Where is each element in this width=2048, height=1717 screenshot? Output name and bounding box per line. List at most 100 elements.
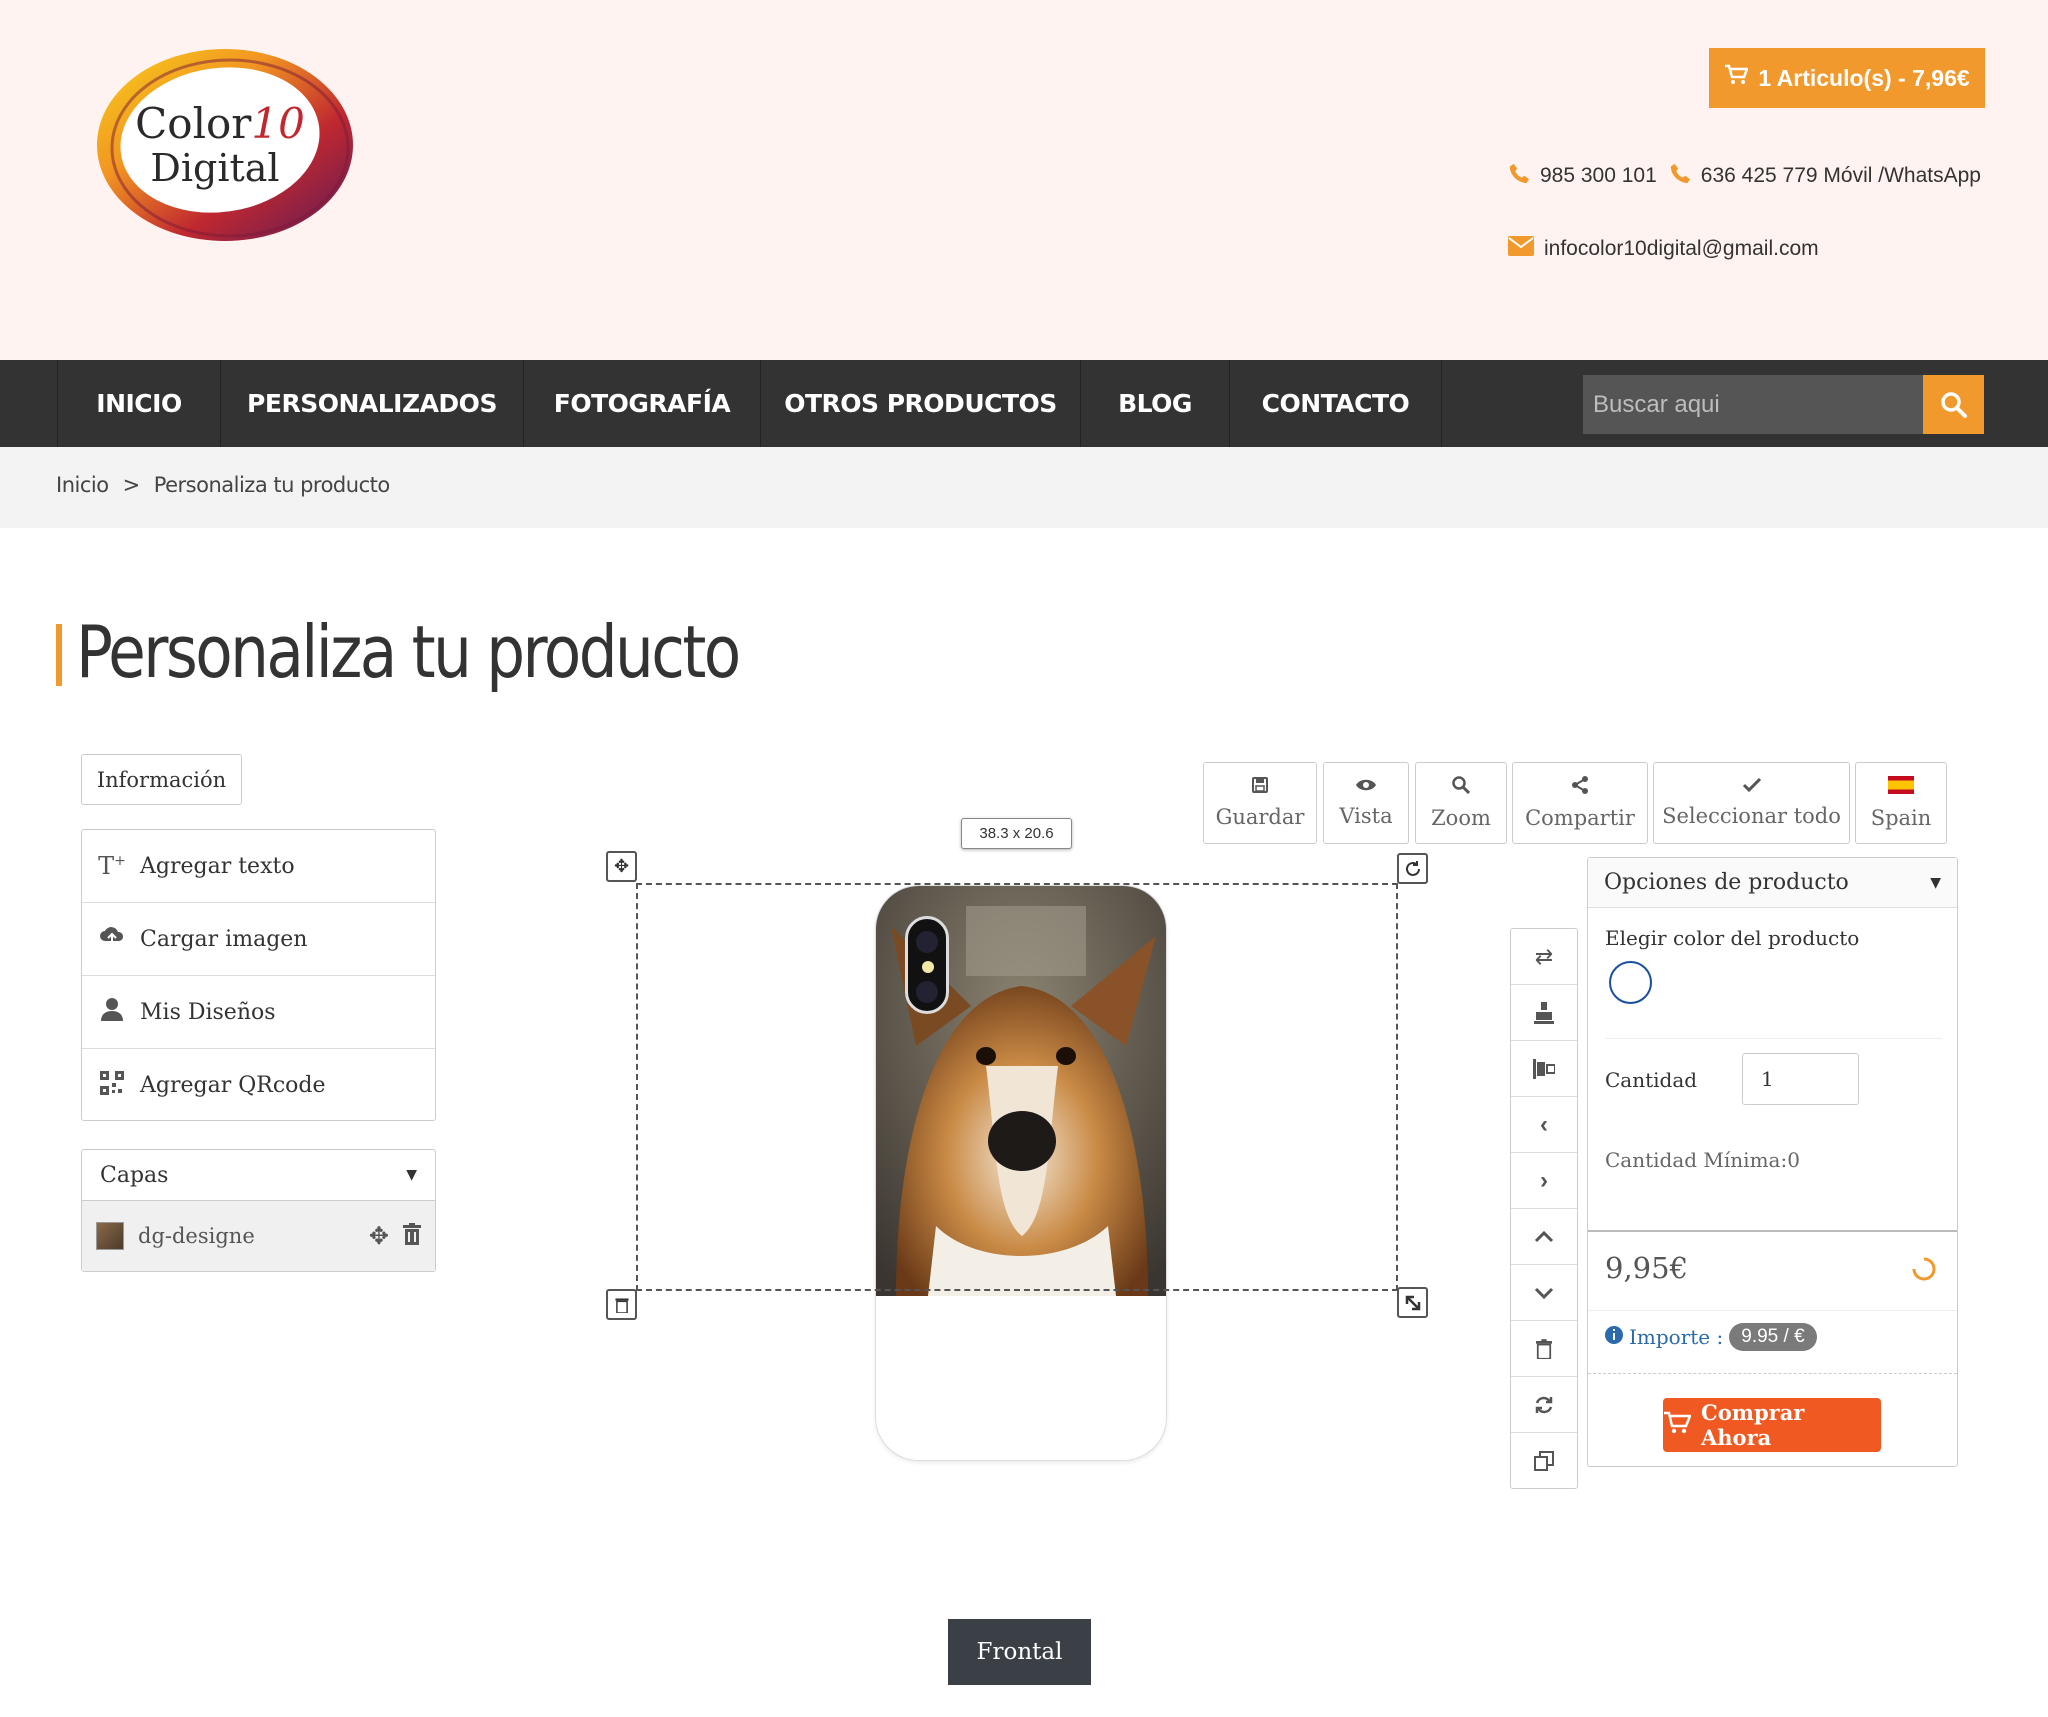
delete-handle[interactable] (606, 1289, 637, 1320)
title-accent-bar (56, 624, 62, 686)
add-text-button[interactable]: T+ Agregar texto (82, 830, 435, 903)
front-view-button[interactable]: Frontal (948, 1619, 1091, 1685)
move-left-button[interactable]: ‹ (1511, 1097, 1577, 1153)
resize-handle[interactable] (1397, 1287, 1428, 1318)
trash-icon[interactable] (403, 1222, 421, 1250)
email-address[interactable]: infocolor10digital@gmail.com (1544, 237, 1819, 261)
quantity-input[interactable]: 1 (1742, 1053, 1859, 1105)
rotate-icon (1405, 860, 1420, 876)
cart-icon (1724, 64, 1750, 92)
cart-button[interactable]: 1 Articulo(s) - 7,96€ (1709, 48, 1985, 108)
chevron-left-icon: ‹ (1540, 1110, 1548, 1138)
min-quantity: Cantidad Mínima:0 (1605, 1148, 1800, 1172)
breadcrumb-home[interactable]: Inicio (56, 473, 109, 497)
swap-arrows-icon: ⇄ (1534, 943, 1554, 969)
chevron-down-icon (1534, 1287, 1554, 1299)
layers-header[interactable]: Capas ▼ (82, 1150, 435, 1201)
envelope-icon (1508, 236, 1534, 262)
delete-button[interactable] (1511, 1321, 1577, 1377)
buy-now-button[interactable]: Comprar Ahora (1663, 1398, 1881, 1452)
add-text-label: Agregar texto (140, 853, 295, 879)
save-button[interactable]: Guardar (1203, 762, 1317, 844)
logo[interactable]: Color10 Digital (90, 40, 360, 250)
nav-item-fotografia[interactable]: FOTOGRAFÍA (523, 360, 760, 447)
layer-name: dg-designe (138, 1224, 255, 1248)
add-qrcode-button[interactable]: Agregar QRcode (82, 1049, 435, 1122)
divider (1605, 1038, 1942, 1039)
layers-title: Capas (100, 1162, 169, 1188)
select-all-button[interactable]: Seleccionar todo (1653, 762, 1850, 844)
move-down-button[interactable] (1511, 1265, 1577, 1321)
eye-icon (1355, 778, 1377, 796)
center-vertical-button[interactable] (1511, 1041, 1577, 1097)
nav-item-blog[interactable]: BLOG (1080, 360, 1229, 447)
search-input[interactable]: Buscar aqui (1583, 375, 1923, 434)
select-all-label: Seleccionar todo (1662, 804, 1841, 828)
logo-text: Color10 Digital (90, 40, 360, 250)
share-icon (1571, 776, 1589, 798)
layer-item[interactable]: dg-designe ✥ (82, 1201, 435, 1271)
layer-thumbnail (96, 1222, 124, 1250)
phone-number-1[interactable]: 985 300 101 (1540, 164, 1657, 188)
email-contact: infocolor10digital@gmail.com (1508, 233, 1819, 265)
phone-icon (1508, 162, 1530, 190)
importe-label: Importe : (1629, 1325, 1724, 1349)
phone-number-2[interactable]: 636 425 779 Móvil /WhatsApp (1701, 164, 1981, 188)
resize-arrow-icon (1405, 1295, 1420, 1310)
move-up-button[interactable] (1511, 1209, 1577, 1265)
move-right-button[interactable]: › (1511, 1153, 1577, 1209)
preview-button[interactable]: Vista (1323, 762, 1409, 844)
nav-item-inicio[interactable]: INICIO (57, 360, 220, 447)
align-middle-icon (1533, 1058, 1555, 1079)
my-designs-label: Mis Diseños (140, 999, 276, 1025)
phone-contacts: 985 300 101 636 425 779 Móvil /WhatsApp (1508, 160, 1981, 192)
nav-item-personalizados[interactable]: PERSONALIZADOS (220, 360, 523, 447)
importe-badge: 9.95 / € (1729, 1323, 1817, 1351)
breadcrumb-current: Personaliza tu producto (153, 473, 391, 497)
move-handle[interactable]: ✥ (606, 851, 637, 882)
phone-icon (1669, 162, 1691, 190)
importe-row: Importe : 9.95 / € (1605, 1315, 1817, 1359)
nav-item-contacto[interactable]: CONTACTO (1229, 360, 1442, 447)
language-label: Spain (1870, 806, 1932, 830)
center-horizontal-button[interactable] (1511, 985, 1577, 1041)
divider (1588, 1373, 1957, 1374)
zoom-button[interactable]: Zoom (1415, 762, 1507, 844)
checkmark-icon (1742, 777, 1761, 796)
trash-icon (614, 1297, 629, 1313)
my-designs-button[interactable]: Mis Diseños (82, 976, 435, 1049)
product-options-panel: Opciones de producto ▼ Elegir color del … (1587, 857, 1958, 1467)
align-center-icon (1534, 1001, 1554, 1024)
arrange-tools: ⇄ ‹ › (1510, 928, 1578, 1489)
language-button[interactable]: Spain (1855, 762, 1947, 844)
nav-item-otros-productos[interactable]: OTROS PRODUCTOS (760, 360, 1080, 447)
product-options-header[interactable]: Opciones de producto ▼ (1588, 858, 1957, 908)
info-button[interactable]: Información (81, 754, 242, 805)
rotate-handle[interactable] (1397, 853, 1428, 884)
chevron-right-icon: › (1540, 1166, 1548, 1194)
cart-summary: 1 Articulo(s) - 7,96€ (1758, 64, 1970, 91)
duplicate-button[interactable] (1511, 1433, 1577, 1489)
divider (1588, 1230, 1957, 1232)
search-icon (1940, 391, 1967, 418)
save-label: Guardar (1215, 805, 1305, 829)
divider (1588, 1310, 1957, 1311)
swap-button[interactable]: ⇄ (1511, 929, 1577, 985)
magnifier-icon (1452, 776, 1471, 798)
upload-image-button[interactable]: Cargar imagen (82, 903, 435, 976)
search-button[interactable] (1923, 375, 1984, 434)
preview-label: Vista (1339, 804, 1393, 828)
share-button[interactable]: Compartir (1512, 762, 1648, 844)
color-swatch[interactable] (1609, 961, 1652, 1004)
refresh-icon (1535, 1396, 1553, 1413)
chevron-up-icon (1534, 1230, 1554, 1242)
logo-word-digital: Digital (150, 146, 280, 190)
zoom-label: Zoom (1431, 806, 1491, 830)
selection-box[interactable] (636, 883, 1398, 1291)
cloud-upload-icon (98, 925, 126, 953)
dimension-label: 38.3 x 20.6 (961, 818, 1072, 849)
floppy-disk-icon (1252, 777, 1268, 797)
breadcrumb-separator: > (122, 473, 141, 497)
refresh-button[interactable] (1511, 1377, 1577, 1433)
move-icon[interactable]: ✥ (369, 1222, 389, 1250)
